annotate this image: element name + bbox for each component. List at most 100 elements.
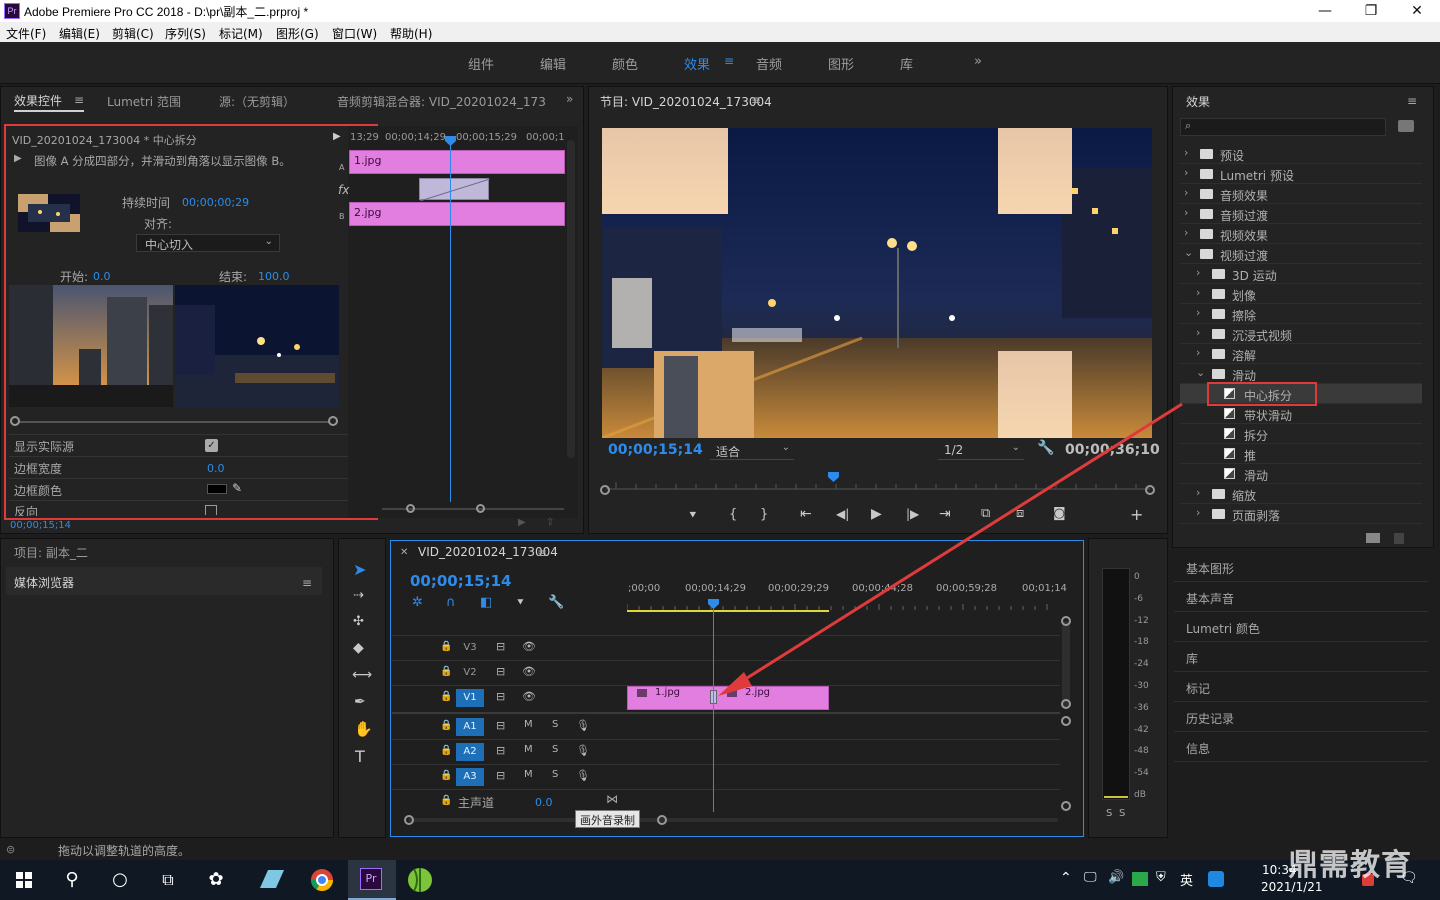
menu-marker[interactable]: 标记(M) [219, 25, 263, 42]
effects-tree-folder[interactable]: › 溶解 [1180, 344, 1422, 364]
nest-toggle-icon[interactable]: ✲ [412, 595, 423, 610]
chevron-right-icon[interactable]: › [1196, 306, 1200, 319]
chevron-right-icon[interactable]: › [1184, 186, 1188, 199]
preview-scrub-track[interactable] [14, 421, 334, 423]
panel-essential-graphics[interactable]: 基本图形 [1174, 552, 1428, 582]
microphone-icon[interactable]: 🎙 [576, 744, 590, 757]
workspace-tab-effects[interactable]: 效果 [684, 54, 710, 73]
linked-selection-icon[interactable]: ◧ [480, 595, 492, 610]
microphone-icon[interactable]: 🎙 [576, 769, 590, 782]
chevron-down-icon[interactable]: ⌄ [1196, 366, 1205, 379]
track-v2-label[interactable]: V2 [456, 664, 484, 682]
menu-graphics[interactable]: 图形(G) [276, 25, 319, 42]
delete-icon[interactable] [1394, 533, 1404, 544]
effects-tree-folder[interactable]: ⌄ 滑动 [1180, 364, 1422, 384]
lock-icon[interactable]: 🔒 [440, 720, 452, 731]
effects-search-input[interactable]: ⌕ [1180, 118, 1386, 136]
lock-icon[interactable]: 🔒 [440, 691, 452, 702]
track-v1-label[interactable]: V1 [456, 689, 484, 707]
workspace-tab-audio[interactable]: 音频 [756, 54, 782, 73]
effects-tree-transition[interactable]: 推 [1180, 444, 1422, 464]
snap-icon[interactable]: ∩ [446, 595, 456, 610]
start-value[interactable]: 0.0 [93, 270, 111, 283]
close-button[interactable]: ✕ [1394, 0, 1440, 22]
tab-effect-controls[interactable]: 效果控件 [14, 92, 62, 109]
master-bowtie-icon[interactable]: ⋈ [606, 792, 618, 806]
workspace-tab-libraries[interactable]: 库 [900, 54, 913, 73]
nvidia-icon[interactable] [1132, 872, 1148, 886]
show-actual-source-checkbox[interactable]: ✓ [205, 439, 218, 452]
chevron-right-icon[interactable]: › [1196, 326, 1200, 339]
close-sequence-icon[interactable]: ✕ [400, 547, 408, 558]
network-icon[interactable]: 🖵 [1084, 870, 1097, 885]
timeline-clip-1[interactable]: 1.jpg [655, 687, 680, 698]
volume-icon[interactable]: 🔊 [1108, 870, 1124, 885]
workspace-more-icon[interactable]: » [974, 54, 982, 69]
mini-clip-a[interactable]: 1.jpg [349, 150, 565, 174]
solo-left-button[interactable]: S [1106, 808, 1112, 819]
track-select-tool-icon[interactable]: ⇢ [353, 588, 364, 603]
type-tool-icon[interactable]: T [355, 747, 365, 766]
preview-scrub-end-handle[interactable] [328, 416, 338, 426]
panel-history[interactable]: 历史记录 [1174, 702, 1428, 732]
border-color-swatch[interactable] [207, 484, 227, 494]
lock-icon[interactable]: 🔒 [440, 745, 452, 756]
new-bin-icon[interactable] [1366, 533, 1380, 543]
watermelon-app-icon[interactable] [396, 860, 444, 900]
tab-project[interactable]: 项目: 副本_二 [14, 544, 88, 561]
tab-audio-clip-mixer[interactable]: 音频剪辑混合器: VID_20201024_173004 [337, 93, 545, 110]
effects-tree-folder[interactable]: ⌄ 视频过渡 [1180, 244, 1422, 264]
effects-tree-transition[interactable]: 带状滑动 [1180, 404, 1422, 424]
workspace-menu-icon[interactable]: ≡ [724, 54, 734, 68]
mini-clip-b[interactable]: 2.jpg [349, 202, 565, 226]
h-scroll-handle-left[interactable] [404, 815, 414, 825]
workspace-tab-editing[interactable]: 编辑 [540, 54, 566, 73]
track-a3-label[interactable]: A3 [456, 768, 484, 786]
mini-transition-block[interactable] [419, 178, 490, 201]
microphone-icon[interactable]: 🎙 [576, 719, 590, 732]
play-transition-icon[interactable]: ▶ [14, 153, 22, 164]
effect-controls-timecode[interactable]: 00;00;15;14 [10, 520, 71, 531]
menu-help[interactable]: 帮助(H) [390, 25, 432, 42]
tab-media-browser[interactable]: 媒体浏览器 [14, 574, 74, 591]
pen-tool-icon[interactable]: ✒ [354, 694, 366, 710]
lock-icon[interactable]: 🔒 [440, 641, 452, 652]
panel-markers[interactable]: 标记 [1174, 672, 1428, 702]
new-preset-bin-icon[interactable] [1398, 120, 1414, 132]
start-button[interactable] [0, 860, 48, 900]
duration-value[interactable]: 00;00;00;29 [182, 196, 249, 209]
menu-edit[interactable]: 编辑(E) [59, 25, 100, 42]
menu-window[interactable]: 窗口(W) [332, 25, 377, 42]
menu-clip[interactable]: 剪辑(C) [112, 25, 154, 42]
premiere-taskbar-icon[interactable]: Pr [348, 860, 396, 900]
alignment-dropdown[interactable]: 中心切入 ⌄ [136, 234, 280, 252]
menu-file[interactable]: 文件(F) [6, 25, 46, 42]
mini-scroll-handle-left[interactable] [406, 504, 415, 513]
panel-lumetri-color[interactable]: Lumetri 颜色 [1174, 612, 1428, 642]
program-timecode[interactable]: 00;00;15;14 [608, 442, 703, 458]
workspace-tab-assembly[interactable]: 组件 [468, 54, 494, 73]
pinwheel-app-icon[interactable]: ✿ [192, 860, 240, 900]
header-arrow-icon[interactable]: ▶ [333, 131, 341, 142]
timeline-timecode[interactable]: 00;00;15;14 [410, 572, 512, 590]
workspace-tab-color[interactable]: 颜色 [612, 54, 638, 73]
security-icon[interactable]: ⛨ [1156, 870, 1166, 885]
master-volume-value[interactable]: 0.0 [535, 796, 553, 809]
scroll-handle[interactable] [1061, 801, 1071, 811]
notes-app-icon[interactable] [248, 860, 296, 900]
end-value[interactable]: 100.0 [258, 270, 290, 283]
track-a2-label[interactable]: A2 [456, 743, 484, 761]
qq-icon[interactable] [1208, 871, 1224, 887]
tab-lumetri-scopes[interactable]: Lumetri 范围 [107, 93, 181, 110]
tab-source[interactable]: 源:（无剪辑） [219, 93, 295, 110]
track-a1-label[interactable]: A1 [456, 718, 484, 736]
hand-tool-icon[interactable]: ✋ [354, 720, 373, 738]
mute-button[interactable]: M [524, 744, 533, 755]
solo-button[interactable]: S [552, 719, 558, 730]
h-scroll-handle-right[interactable] [657, 815, 667, 825]
effects-tree-folder[interactable]: › 划像 [1180, 284, 1422, 304]
maximize-button[interactable]: ❐ [1348, 0, 1394, 22]
chevron-right-icon[interactable]: › [1196, 506, 1200, 519]
selection-tool-icon[interactable]: ➤ [353, 560, 366, 579]
ripple-edit-tool-icon[interactable]: ✣ [353, 614, 364, 629]
